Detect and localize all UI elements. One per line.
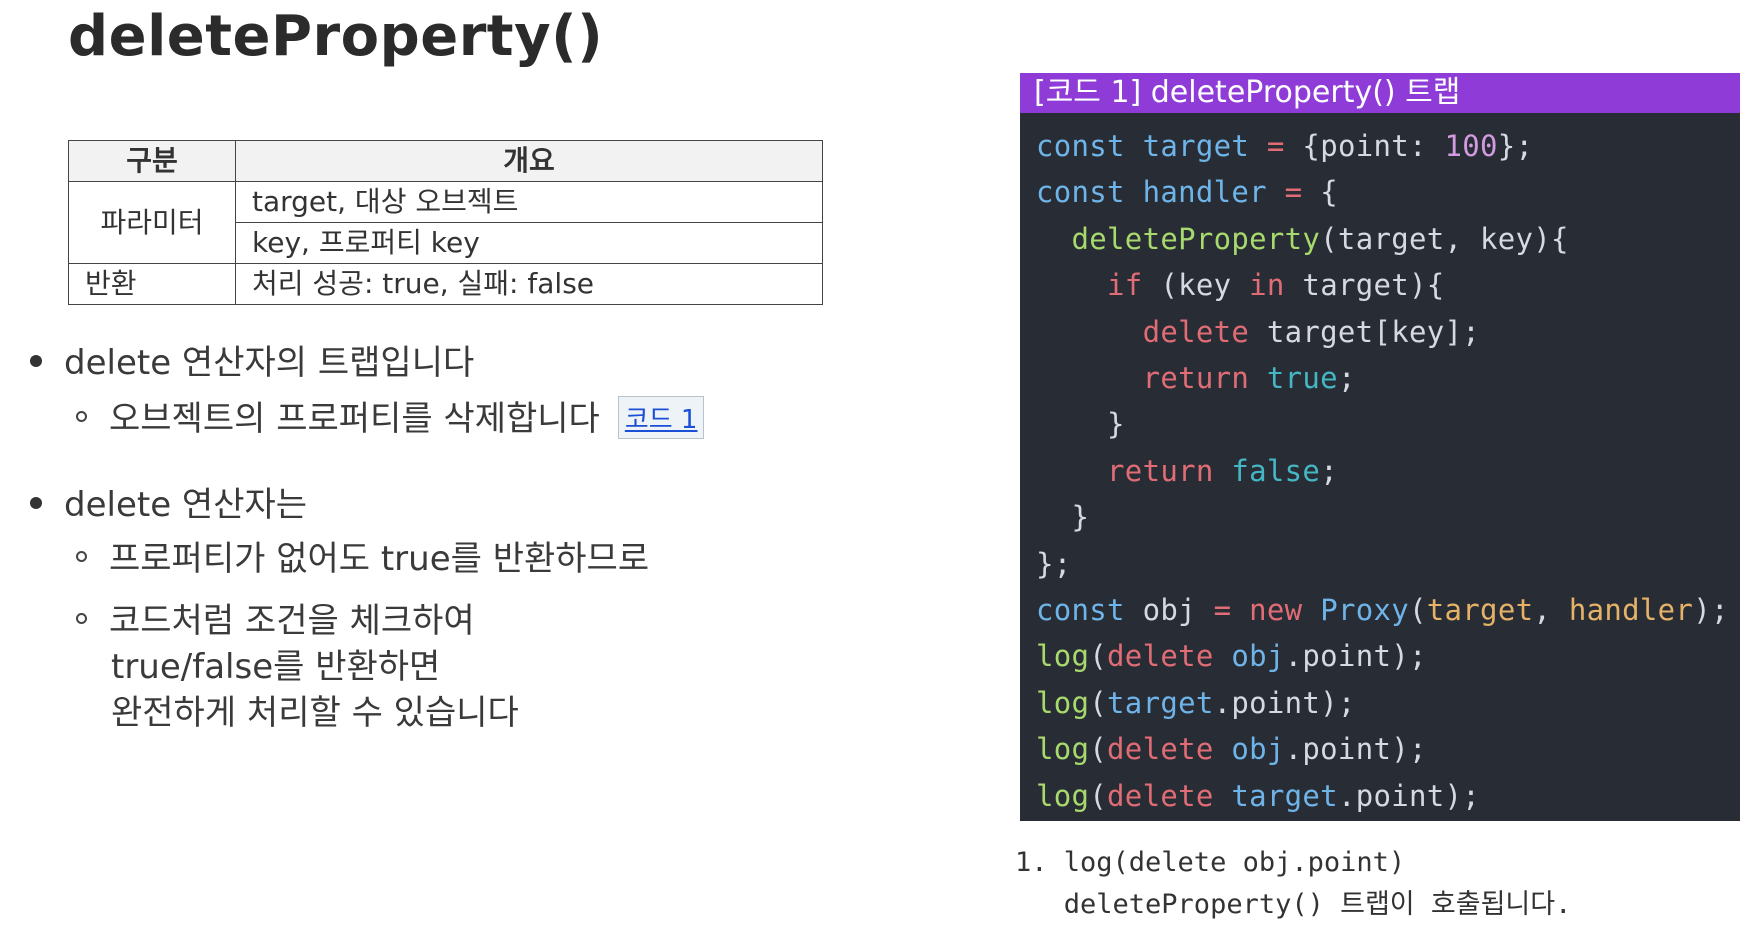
table-header-overview: 개요 [235, 140, 823, 182]
sub-bullet-continuation: true/false를 반환하면 [111, 647, 441, 687]
page-title: deleteProperty() [68, 4, 604, 69]
code-caption: 1. log(delete obj.point) deleteProperty(… [1015, 842, 1571, 926]
bullet-text: delete 연산자는 [64, 485, 308, 525]
bullet-dot-icon [30, 496, 42, 509]
code-panel: [코드 1] deleteProperty() 트랩 const target … [1020, 73, 1740, 821]
bullet-circle-icon [76, 551, 87, 562]
caption-line: 1. log(delete obj.point) [1015, 847, 1406, 878]
bullet-text: delete 연산자의 트랩입니다 [64, 343, 475, 383]
table-cell-param-label: 파라미터 [68, 181, 236, 264]
summary-table: 구분 개요 파라미터 target, 대상 오브젝트 key, 프로퍼티 key… [68, 140, 823, 305]
code-panel-header: [코드 1] deleteProperty() 트랩 [1020, 73, 1740, 113]
code-1-link[interactable]: 코드 1 [617, 396, 705, 439]
caption-line: deleteProperty() 트랩이 호출됩니다. [1015, 889, 1572, 920]
table-cell-param-target: target, 대상 오브젝트 [235, 181, 823, 223]
list-item: 프로퍼티가 없어도 true를 반환하므로 [76, 531, 649, 580]
table-cell-return-value: 처리 성공: true, 실패: false [235, 263, 823, 305]
table-row: 반환 처리 성공: true, 실패: false [68, 263, 823, 305]
code-block: const target = {point: 100}; const handl… [1036, 129, 1729, 813]
sub-bullet-text: 코드처럼 조건을 체크하여 [109, 601, 475, 641]
table-cell-param-key: key, 프로퍼티 key [235, 222, 823, 264]
list-item: delete 연산자의 트랩입니다 [30, 335, 474, 384]
sub-bullet-text: 오브젝트의 프로퍼티를 삭제합니다 [109, 399, 600, 439]
table-header-row: 구분 개요 [68, 140, 823, 182]
table-header-category: 구분 [68, 140, 236, 182]
list-item: 오브젝트의 프로퍼티를 삭제합니다 코드 1 [76, 391, 705, 442]
bullet-circle-icon [76, 411, 87, 422]
list-item: delete 연산자는 [30, 477, 307, 526]
bullet-circle-icon [76, 613, 87, 624]
sub-bullet-continuation: 완전하게 처리할 수 있습니다 [111, 693, 519, 733]
list-item: 코드처럼 조건을 체크하여 [76, 593, 475, 642]
bullet-dot-icon [30, 354, 42, 367]
table-row: 파라미터 target, 대상 오브젝트 [68, 181, 823, 264]
table-cell-return-label: 반환 [68, 263, 236, 305]
sub-bullet-text: 프로퍼티가 없어도 true를 반환하므로 [109, 539, 650, 579]
